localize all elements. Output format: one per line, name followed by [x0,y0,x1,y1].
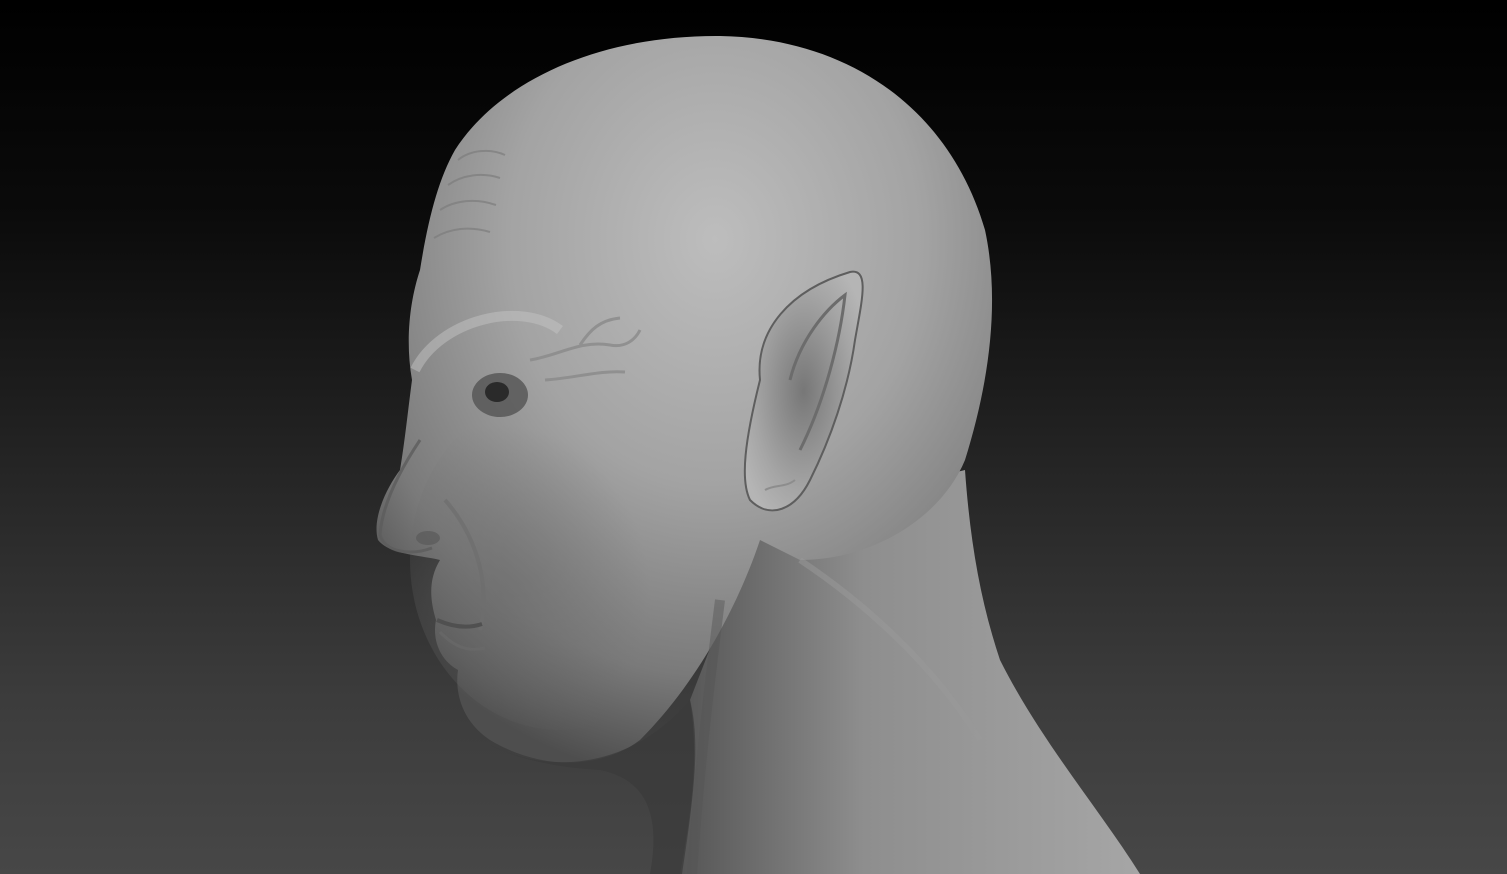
nostril [416,531,440,545]
head-sculpt-render [376,35,1140,874]
eye [485,382,509,402]
sculpt-viewport[interactable] [0,0,1507,874]
cheek-shading [410,390,710,730]
